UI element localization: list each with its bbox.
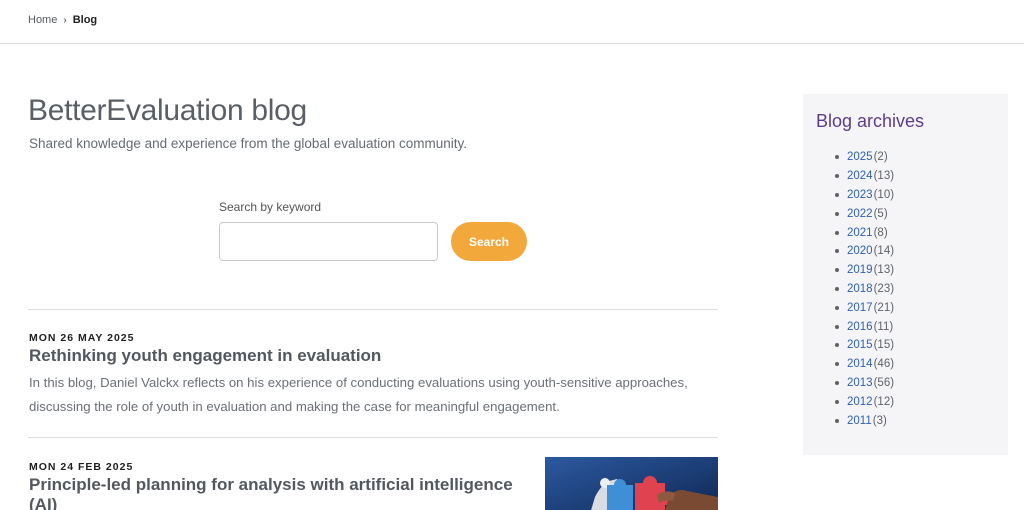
archive-year-link[interactable]: 2016 [847,321,873,333]
post-title-link[interactable]: Rethinking youth engagement in evaluatio… [29,345,381,366]
archive-count: (13) [873,170,895,183]
bullet-icon [835,343,839,348]
archive-year-link[interactable]: 2017 [847,302,873,314]
bullet-icon [835,192,839,197]
bullet-icon [835,286,839,291]
archive-item: 2025 (2) [835,148,894,167]
archives-title: Blog archives [816,111,925,131]
bullet-icon [835,305,839,310]
bullet-icon [835,249,839,254]
archive-count: (11) [873,320,894,333]
post-title-link[interactable]: (AI) [29,494,57,510]
archive-count: (2) [873,151,888,164]
archive-year-link[interactable]: 2020 [847,245,873,257]
archive-year-link[interactable]: 2023 [847,189,873,201]
archive-item: 2016 (11) [835,317,894,336]
post-divider [28,437,718,438]
archive-count: (46) [873,358,895,371]
bullet-icon [835,418,839,423]
archive-year-link[interactable]: 2011 [847,415,872,427]
chevron-right-icon: › [63,14,67,26]
archive-list: 2025 (2) 2024 (13) 2023 (10) 2022 (5) 2021 (8… [835,148,894,430]
archive-year-link[interactable]: 2024 [847,170,873,182]
post-excerpt-line: discussing the role of youth in evaluati… [29,399,560,414]
archive-count: (3) [872,414,887,427]
archive-count: (21) [873,301,895,314]
post-excerpt-line: In this blog, Daniel Valckx reflects on … [29,375,688,390]
archive-item: 2015 (15) [835,336,894,355]
archive-count: (12) [873,395,895,408]
archive-item: 2023 (10) [835,186,894,205]
search-input[interactable] [219,222,438,261]
archive-count: (10) [873,188,895,201]
bullet-icon [835,399,839,404]
archive-item: 2021 (8) [835,223,894,242]
archive-year-link[interactable]: 2014 [847,358,873,370]
puzzle-image [545,457,718,510]
archive-year-link[interactable]: 2015 [847,339,873,351]
archive-year-link[interactable]: 2013 [847,377,873,389]
bullet-icon [835,174,839,179]
archive-year-link[interactable]: 2025 [847,151,873,163]
bullet-icon [835,211,839,216]
archive-item: 2024 (13) [835,167,894,186]
archive-count: (15) [873,339,895,352]
archive-count: (56) [873,376,895,389]
archive-item: 2018 (23) [835,280,894,299]
archive-item: 2014 (46) [835,355,894,374]
post-date: MON 24 FEB 2025 [29,461,134,473]
bullet-icon [835,230,839,235]
archive-year-link[interactable]: 2012 [847,396,873,408]
archive-item: 2017 (21) [835,298,894,317]
bullet-icon [835,380,839,385]
bullet-icon [835,155,839,160]
breadcrumb-home-link[interactable]: Home [28,14,57,26]
archive-count: (8) [873,226,888,239]
archive-count: (14) [873,245,895,258]
post-thumbnail-image[interactable] [545,457,718,510]
archive-item: 2013 (56) [835,374,894,393]
post-title-link[interactable]: Principle-led planning for analysis with… [29,474,513,495]
archive-year-link[interactable]: 2021 [847,227,873,239]
archive-item: 2019 (13) [835,261,894,280]
archive-year-link[interactable]: 2018 [847,283,873,295]
blog-archives-sidebar: Blog archives 2025 (2) 2024 (13) 2023 (10) … [803,94,1008,455]
breadcrumb: Home › Blog [28,14,97,26]
search-label: Search by keyword [219,200,322,214]
bullet-icon [835,324,839,329]
archive-count: (23) [873,282,895,295]
page-subtitle: Shared knowledge and experience from the… [29,136,468,151]
archive-item: 2020 (14) [835,242,894,261]
search-button[interactable]: Search [451,222,527,261]
archive-item: 2012 (12) [835,392,894,411]
post-date: MON 26 MAY 2025 [29,332,135,344]
page-title: BetterEvaluation blog [28,94,307,127]
post-divider [28,309,718,310]
archive-item: 2022 (5) [835,204,894,223]
archive-item: 2011 (3) [835,411,894,430]
archive-count: (13) [873,264,895,277]
archive-count: (5) [873,207,888,220]
bullet-icon [835,268,839,273]
bullet-icon [835,362,839,367]
archive-year-link[interactable]: 2019 [847,264,873,276]
archive-year-link[interactable]: 2022 [847,208,873,220]
breadcrumb-current: Blog [72,14,98,26]
header-divider [0,43,1024,44]
